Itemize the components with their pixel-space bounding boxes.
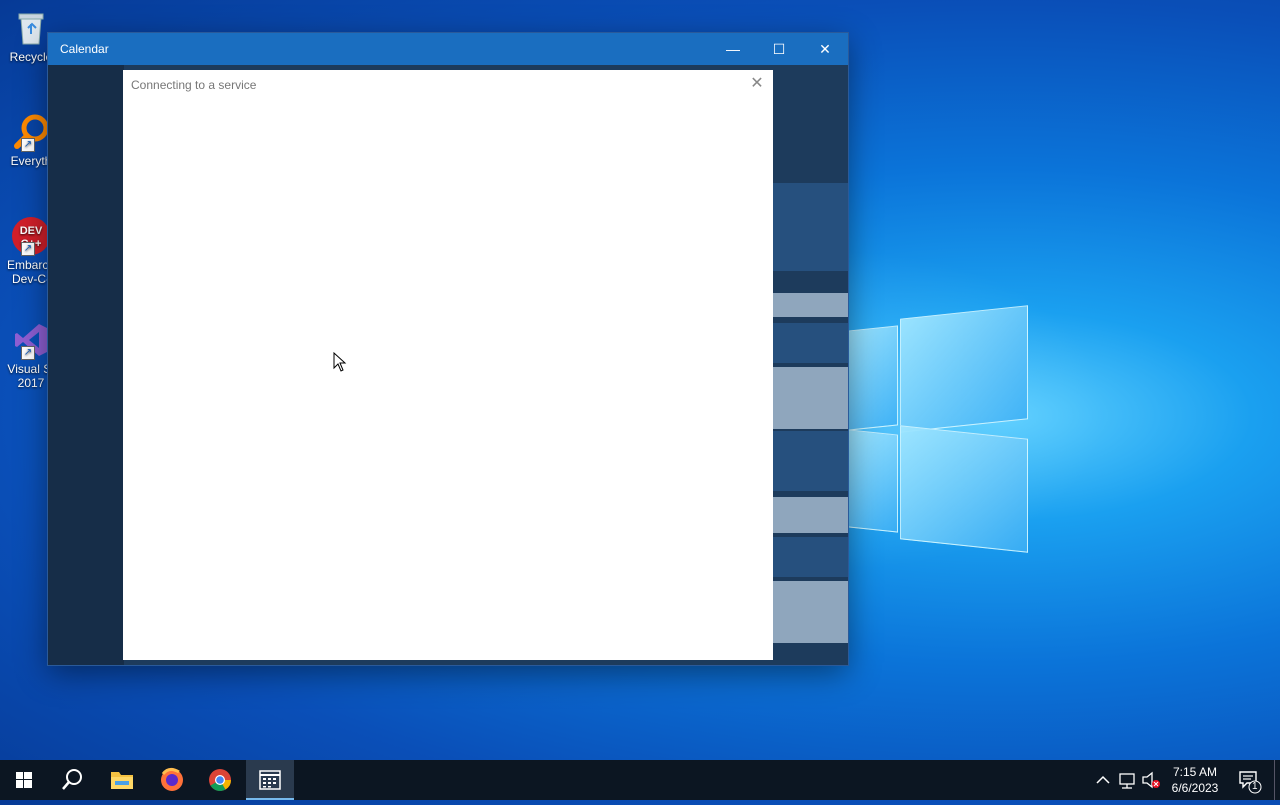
minimize-icon: —	[726, 41, 740, 57]
network-tray-button[interactable]	[1116, 760, 1138, 800]
search-icon	[62, 769, 82, 790]
chevron-up-icon	[1096, 775, 1110, 784]
minimize-button[interactable]: —	[710, 33, 756, 65]
folder-icon	[111, 772, 133, 789]
connecting-dialog[interactable]: Connecting to a service ✕	[123, 70, 773, 660]
search-button[interactable]	[48, 760, 96, 800]
volume-tray-button[interactable]	[1140, 760, 1162, 800]
firefox-button[interactable]	[148, 760, 196, 800]
everything-search-icon: ↗	[11, 112, 51, 152]
calendar-day-cell	[773, 537, 848, 577]
clock-date: 6/6/2023	[1171, 781, 1219, 795]
windows-logo-wallpaper	[848, 305, 1030, 553]
calendar-day-cell	[773, 183, 848, 271]
window-titlebar[interactable]: Calendar — ☐ ✕	[48, 33, 848, 65]
clock-time: 7:15 AM	[1172, 765, 1218, 779]
taskbar-clock[interactable]: 7:15 AM 6/6/2023	[1162, 764, 1228, 796]
calendar-day-cell	[773, 497, 848, 533]
svg-text:DEV: DEV	[20, 225, 43, 237]
calendar-sidebar	[48, 65, 124, 665]
chrome-button[interactable]	[196, 760, 244, 800]
calendar-day-cell	[773, 293, 848, 317]
maximize-icon: ☐	[772, 41, 786, 57]
mouse-cursor-icon	[333, 352, 347, 372]
calendar-icon	[259, 770, 281, 790]
dialog-title: Connecting to a service	[131, 78, 257, 92]
shortcut-arrow-icon: ↗	[21, 138, 35, 152]
chrome-icon	[209, 769, 231, 791]
shortcut-arrow-icon: ↗	[21, 242, 35, 256]
taskbar: 7:15 AM 6/6/2023 1	[0, 760, 1280, 800]
show-desktop-button[interactable]	[1274, 760, 1280, 800]
close-button[interactable]: ✕	[802, 33, 848, 65]
window-title: Calendar	[60, 42, 109, 56]
maximize-button[interactable]: ☐	[756, 33, 802, 65]
start-button[interactable]	[0, 760, 48, 800]
shortcut-arrow-icon: ↗	[21, 346, 35, 360]
recycle-bin-icon	[11, 8, 51, 48]
calendar-day-cell	[773, 367, 848, 429]
close-icon: ✕	[819, 41, 831, 57]
dev-cpp-icon: DEV C++ ↗	[11, 216, 51, 256]
file-explorer-button[interactable]	[98, 760, 146, 800]
calendar-day-cell	[773, 581, 848, 643]
windows-start-icon	[16, 772, 32, 788]
network-icon	[1119, 773, 1135, 789]
show-hidden-icons-button[interactable]	[1092, 760, 1114, 800]
visual-studio-icon: ↗	[11, 320, 51, 360]
firefox-icon	[161, 767, 183, 791]
volume-muted-icon	[1142, 771, 1160, 789]
action-center-button[interactable]: 1	[1234, 760, 1264, 800]
notification-icon	[1239, 771, 1262, 794]
calendar-day-cell	[773, 431, 848, 491]
calendar-taskbar-button[interactable]	[246, 760, 294, 800]
notification-count-badge: 1	[1252, 781, 1258, 792]
calendar-day-cell	[773, 323, 848, 363]
dialog-close-icon[interactable]: ✕	[749, 76, 765, 92]
